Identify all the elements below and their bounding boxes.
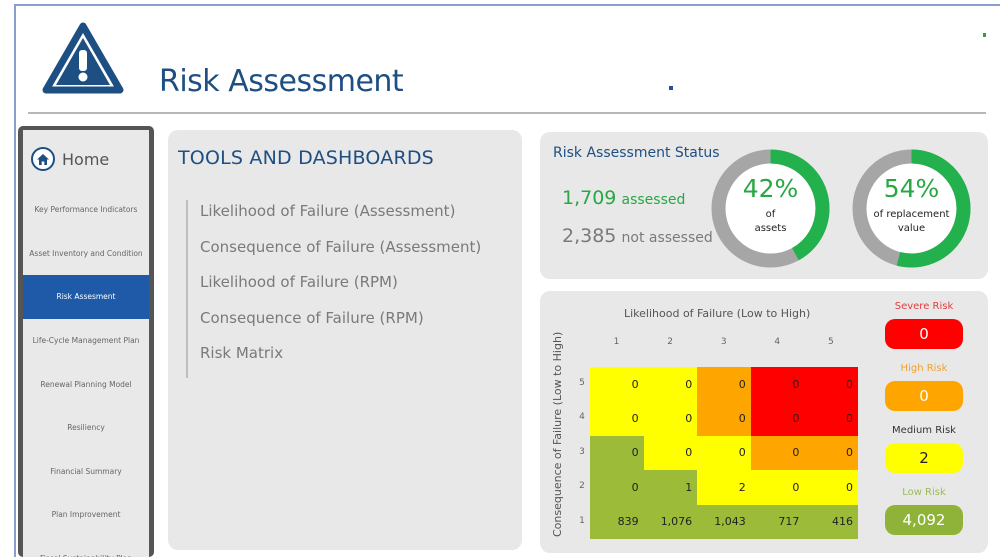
matrix-column-label: 3 [720, 337, 727, 347]
home-icon [31, 147, 55, 171]
decorative-dot [983, 33, 986, 37]
matrix-cell[interactable]: 0 [643, 367, 698, 402]
matrix-row-label: 4 [579, 412, 585, 423]
matrix-column-label: 5 [828, 337, 834, 347]
matrix-cell[interactable]: 0 [750, 401, 805, 436]
matrix-row-label: 2 [579, 481, 585, 492]
assessed-count: 1,709 [562, 187, 617, 209]
tool-link-lof-rpm[interactable]: Likelihood of Failure (RPM) [200, 271, 481, 307]
value-label-line1: of replacement [873, 209, 950, 220]
sidebar-nav-list: Key Performance Indicators Asset Inventor… [23, 188, 149, 557]
sidebar-item-risk-assesment[interactable]: Risk Assesment [23, 275, 149, 319]
not-assessed-label: not assessed [621, 230, 713, 246]
warning-triangle-icon [42, 22, 124, 94]
matrix-cell[interactable]: 416 [804, 504, 858, 539]
matrix-cell[interactable]: 0 [750, 470, 805, 505]
tools-link-list: Likelihood of Failure (Assessment) Conse… [186, 200, 481, 378]
legend-label: Severe Risk [894, 301, 954, 312]
matrix-cell[interactable]: 839 [590, 504, 644, 539]
matrix-cell[interactable]: 0 [804, 367, 858, 402]
assets-assessed-donut: 42% of assets [708, 146, 833, 271]
tool-link-lof-assessment[interactable]: Likelihood of Failure (Assessment) [200, 200, 481, 236]
sidebar-item-resiliency[interactable]: Resiliency [23, 406, 149, 450]
matrix-row-label: 1 [579, 515, 585, 526]
matrix-column-label: 2 [667, 337, 673, 347]
matrix-cell[interactable]: 0 [697, 435, 751, 471]
sidebar: Home Key Performance Indicators Asset Inv… [18, 126, 154, 557]
matrix-cell[interactable]: 1,076 [643, 504, 698, 539]
legend-label: Medium Risk [892, 425, 956, 436]
matrix-cell[interactable]: 0 [590, 401, 644, 436]
legend-label: Low Risk [902, 487, 946, 498]
matrix-cell[interactable]: 0 [697, 401, 751, 436]
value-percent: 54% [883, 174, 940, 203]
sidebar-home-link[interactable]: Home [23, 130, 149, 188]
sidebar-item-asset-inventory-and-condition[interactable]: Asset Inventory and Condition [23, 232, 149, 276]
assessed-summary: 1,709 assessed [562, 187, 685, 209]
assessed-label: assessed [621, 192, 686, 208]
matrix-cell[interactable]: 0 [643, 401, 698, 436]
matrix-cell[interactable]: 1,043 [697, 504, 751, 539]
sidebar-item-financial-summary[interactable]: Financial Summary [23, 450, 149, 494]
matrix-cell[interactable]: 0 [804, 435, 858, 471]
assets-label-line2: assets [754, 223, 787, 234]
sidebar-item-key-performance-indicators[interactable]: Key Performance Indicators [23, 188, 149, 232]
legend-count-badge: 4,092 [885, 505, 963, 535]
matrix-cell[interactable]: 0 [804, 470, 858, 505]
assets-label-line1: of [765, 209, 776, 220]
risk-matrix-card: Likelihood of Failure (Low to High) Cons… [540, 291, 988, 553]
matrix-cell[interactable]: 0 [750, 367, 805, 402]
matrix-column-label: 4 [774, 337, 781, 347]
matrix-cell[interactable]: 717 [750, 504, 805, 539]
decorative-dot [669, 86, 673, 90]
legend-count-badge: 0 [885, 319, 963, 349]
matrix-x-title: Likelihood of Failure (Low to High) [624, 307, 811, 320]
title-divider [28, 112, 986, 114]
replacement-value-donut: 54% of replacement value [849, 146, 974, 271]
matrix-cell[interactable]: 0 [804, 401, 858, 436]
matrix-cell[interactable]: 0 [590, 435, 644, 471]
risk-matrix-grid: 0 0 0 0 0 0 0 0 0 0 0 0 0 0 0 0 1 2 0 0 839 1,076 1,043 717 416 [590, 367, 858, 539]
value-label-line2: value [897, 223, 926, 234]
matrix-cell[interactable]: 2 [697, 470, 751, 505]
matrix-column-label: 1 [613, 337, 620, 347]
legend-label: High Risk [900, 363, 948, 374]
not-assessed-summary: 2,385 not assessed [562, 225, 713, 247]
tool-link-cof-rpm[interactable]: Consequence of Failure (RPM) [200, 307, 481, 343]
tools-panel: TOOLS AND DASHBOARDS Likelihood of Failu… [168, 130, 522, 550]
legend-count-badge: 2 [885, 443, 963, 473]
matrix-cell[interactable]: 0 [590, 470, 644, 505]
matrix-y-title: Consequence of Failure (Low to High) [551, 331, 564, 537]
matrix-cell[interactable]: 0 [750, 435, 805, 471]
matrix-row-label: 3 [579, 446, 585, 457]
sidebar-item-life-cycle-management-plan[interactable]: Life-Cycle Management Plan [23, 319, 149, 363]
matrix-cell[interactable]: 0 [697, 367, 751, 402]
tool-link-cof-assessment[interactable]: Consequence of Failure (Assessment) [200, 236, 481, 272]
status-title: Risk Assessment Status [553, 145, 720, 161]
tools-title: TOOLS AND DASHBOARDS [178, 147, 434, 169]
assets-percent: 42% [742, 174, 799, 203]
sidebar-item-plan-improvement[interactable]: Plan Improvement [23, 493, 149, 537]
matrix-row-label: 5 [579, 378, 585, 388]
tool-link-risk-matrix[interactable]: Risk Matrix [200, 342, 481, 378]
sidebar-home-label: Home [62, 149, 110, 169]
not-assessed-count: 2,385 [562, 225, 617, 247]
matrix-cell[interactable]: 0 [643, 435, 698, 471]
sidebar-item-renewal-planning-model[interactable]: Renewal Planning Model [23, 362, 149, 406]
risk-assessment-status-card: Risk Assessment Status 1,709 assessed 2,… [540, 132, 988, 279]
sidebar-menu: Home Key Performance Indicators Asset Inv… [23, 130, 149, 557]
matrix-cell[interactable]: 0 [590, 367, 644, 402]
legend-count-badge: 0 [885, 381, 963, 411]
matrix-cell[interactable]: 1 [643, 470, 698, 505]
page-title: Risk Assessment [159, 64, 404, 99]
sidebar-item-fiscal-sustainability-plan[interactable]: Fiscal Sustainability Plan [23, 537, 149, 557]
